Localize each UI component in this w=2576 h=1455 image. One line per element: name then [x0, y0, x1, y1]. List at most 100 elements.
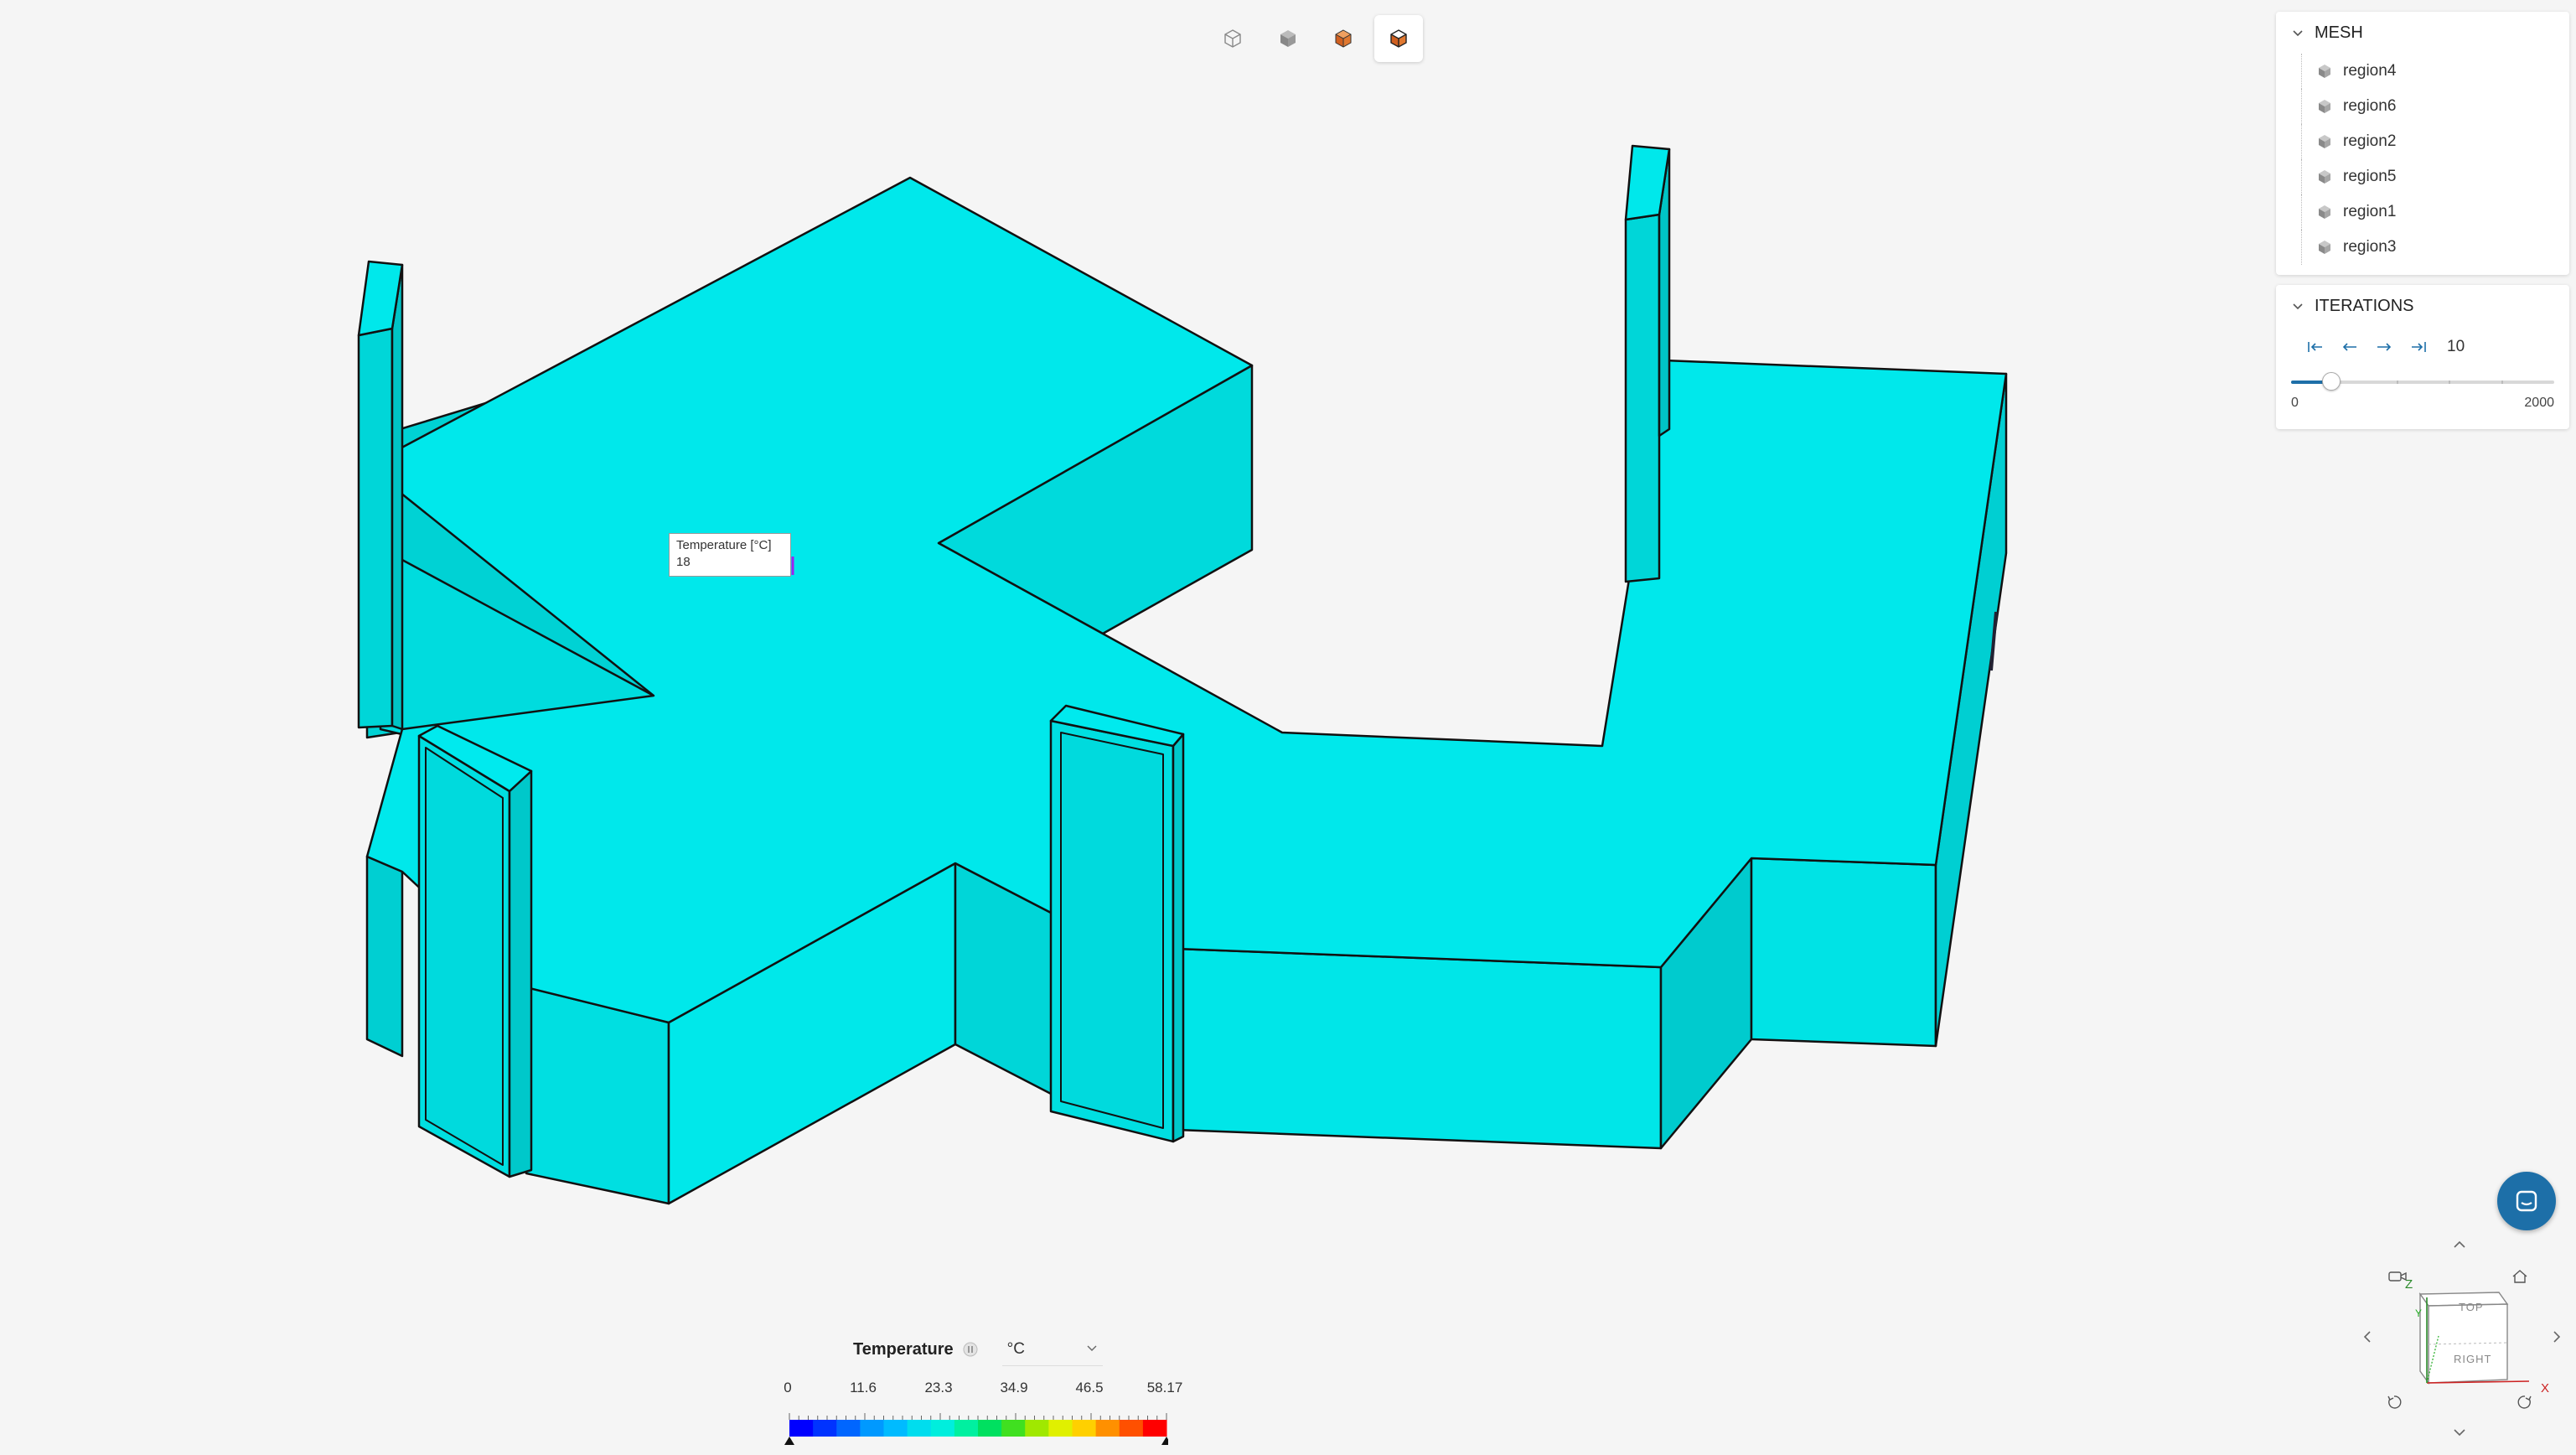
last-iteration-icon[interactable]: [2401, 333, 2435, 361]
legend-color-cell: [813, 1420, 837, 1437]
legend-color-cell: [1142, 1420, 1167, 1437]
legend-color-cell: [1072, 1420, 1097, 1437]
chat-icon: [2516, 1190, 2537, 1212]
mesh-panel: MESH region4 region6 region2 region5 region1…: [2276, 12, 2569, 275]
pillar-left-inner: [425, 747, 504, 1166]
view-mode-toolbar: [1208, 15, 1423, 62]
mesh-panel-header[interactable]: MESH: [2276, 12, 2569, 54]
mesh-region-item[interactable]: region2: [2276, 124, 2569, 159]
legend-color-cell: [883, 1420, 908, 1437]
y-axis-label: Y: [2415, 1307, 2423, 1319]
side-face-front-left: [365, 855, 404, 1058]
mesh-region-label: region5: [2343, 168, 2397, 185]
legend-color-cell: [789, 1420, 814, 1437]
legend-color-bar: [784, 1413, 1168, 1445]
pillar-mid-side: [1172, 733, 1185, 1143]
chevron-down-icon[interactable]: [2447, 1420, 2472, 1445]
pillar-left-side: [508, 769, 533, 1178]
3d-viewport[interactable]: [0, 0, 2576, 1455]
mesh-panel-title: MESH: [2315, 23, 2363, 42]
legend-tick-label: 58.17: [1146, 1380, 1183, 1395]
region-cube-icon: [2316, 204, 2333, 220]
slider-tick: [2449, 381, 2451, 384]
first-iteration-icon[interactable]: [2298, 333, 2332, 361]
legend-color-cell: [1048, 1420, 1073, 1437]
region-cube-icon: [2316, 133, 2333, 150]
legend-tick-label: 11.6: [850, 1380, 877, 1395]
mesh-region-item[interactable]: region3: [2276, 230, 2569, 265]
slider-tick: [2501, 381, 2504, 384]
next-iteration-icon[interactable]: [2367, 333, 2401, 361]
tooltip-label: Temperature [°C]: [676, 538, 772, 552]
solid-edges-view-icon[interactable]: [1319, 15, 1368, 62]
post-left-front: [357, 327, 394, 729]
mesh-region-label: region6: [2343, 97, 2397, 115]
mesh-region-item[interactable]: region4: [2276, 54, 2569, 89]
region-cube-icon: [2316, 98, 2333, 115]
iterations-panel-header[interactable]: ITERATIONS: [2276, 285, 2569, 327]
legend-color-cell: [836, 1420, 861, 1437]
slider-labels: 0 2000: [2291, 396, 2554, 411]
legend-tick-label: 34.9: [1000, 1380, 1028, 1395]
chat-support-button[interactable]: [2497, 1172, 2556, 1230]
mesh-region-label: region4: [2343, 62, 2397, 80]
unit-select[interactable]: °C: [1001, 1333, 1103, 1366]
legend-color-cell: [1001, 1420, 1026, 1437]
chevron-right-icon[interactable]: [2544, 1324, 2569, 1349]
legend-color-cell: [930, 1420, 955, 1437]
chevron-down-icon: [2291, 299, 2304, 313]
building-model[interactable]: [0, 0, 2576, 1455]
mesh-region-label: region1: [2343, 203, 2397, 220]
tooltip-value: 18: [676, 555, 691, 569]
chevron-down-icon: [2291, 26, 2304, 39]
mesh-region-item[interactable]: region5: [2276, 159, 2569, 194]
slider-thumb[interactable]: [2322, 372, 2341, 391]
x-axis-label: X: [2541, 1381, 2551, 1395]
legend-color-cell: [1119, 1420, 1144, 1437]
current-iteration-value[interactable]: 10: [2447, 338, 2465, 356]
legend-color-cell: [978, 1420, 1002, 1437]
mesh-region-label: region2: [2343, 132, 2397, 150]
mesh-region-label: region3: [2343, 238, 2397, 256]
mesh-region-item[interactable]: region6: [2276, 89, 2569, 124]
mesh-region-item[interactable]: region1: [2276, 194, 2569, 230]
region-cube-icon: [2316, 63, 2333, 80]
range-max-handle-icon[interactable]: [1161, 1437, 1168, 1445]
chevron-left-icon[interactable]: [2355, 1324, 2380, 1349]
chevron-up-icon[interactable]: [2447, 1232, 2472, 1257]
post-left-side: [391, 263, 404, 731]
color-legend: Temperature °C 0 11.6 23.3 34.9 46.5 58.17: [779, 1331, 1182, 1401]
legend-tick-label: 0: [784, 1380, 792, 1395]
info-icon[interactable]: [962, 1341, 979, 1358]
cube-right-label: RIGHT: [2454, 1353, 2492, 1365]
post-right-front: [1624, 213, 1661, 583]
slider-tick: [2396, 381, 2398, 384]
iteration-slider[interactable]: [2291, 372, 2554, 392]
previous-iteration-icon[interactable]: [2332, 333, 2367, 361]
legend-tick-label: 23.3: [924, 1380, 953, 1395]
mesh-region-list: region4 region6 region2 region5 region1 regio…: [2276, 54, 2569, 265]
z-axis-label: Z: [2405, 1277, 2414, 1292]
legend-color-cell: [860, 1420, 884, 1437]
solid-view-icon[interactable]: [1264, 15, 1312, 62]
chevron-down-icon: [1086, 1340, 1098, 1359]
range-min-handle-icon[interactable]: [784, 1437, 794, 1445]
iterations-panel-title: ITERATIONS: [2315, 296, 2414, 315]
result-edges-view-icon[interactable]: [1374, 15, 1423, 62]
pillar-mid-inner: [1060, 732, 1164, 1129]
iterations-panel: ITERATIONS 10 0 2000: [2276, 285, 2569, 429]
region-cube-icon: [2316, 168, 2333, 185]
wireframe-view-icon[interactable]: [1208, 15, 1257, 62]
front-face-d: [1175, 947, 1663, 1150]
cube-top-label: TOP: [2459, 1301, 2484, 1313]
legend-color-cell: [1025, 1420, 1049, 1437]
region-cube-icon: [2316, 239, 2333, 256]
front-face-f: [1750, 857, 1937, 1048]
unit-select-value: °C: [1006, 1339, 1025, 1358]
orientation-cube[interactable]: [2403, 1277, 2529, 1411]
legend-color-cell: [954, 1420, 979, 1437]
navigation-cube[interactable]: TOP RIGHT Z Y X: [2346, 1224, 2576, 1455]
probe-tooltip: Temperature [°C] 18: [669, 533, 791, 577]
slider-min-label: 0: [2291, 396, 2299, 410]
front-face-a: [525, 986, 670, 1205]
